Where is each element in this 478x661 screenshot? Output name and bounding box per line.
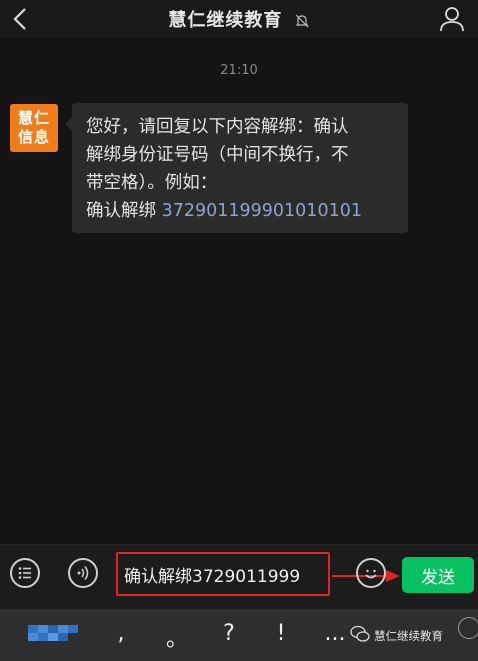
wechat-icon [350,625,370,642]
emoji-button[interactable] [356,558,386,588]
key-period[interactable]: 。 [162,621,192,653]
avatar-text-line1: 慧仁 [17,109,50,127]
keyboard-more-icon[interactable] [458,617,478,639]
input-bar: 发送 [0,544,478,609]
voice-button[interactable] [68,558,98,588]
example-prefix: 确认解绑 [86,201,162,221]
message-line: 解绑身份证号码（中间不换行，不 [86,145,349,165]
key-comma[interactable]: , [106,621,136,646]
send-button[interactable]: 发送 [402,557,474,593]
message-line: 您好，请回复以下内容解绑：确认 [86,117,349,137]
bell-off-icon [295,14,309,28]
title-bar: 慧仁继续教育 [0,0,478,38]
keyboard-candidate-bar: , 。 ? ! ... 慧仁继续教育 [0,609,478,661]
key-ellipsis[interactable]: ... [320,621,350,646]
emoji-icon [365,569,377,579]
message-line-example: 确认解绑 372901199901010101 [86,197,396,225]
blurred-candidate [28,625,78,641]
list-icon [18,567,31,579]
voice-icon [77,566,89,580]
list-button[interactable] [10,558,40,588]
key-question[interactable]: ? [214,621,244,646]
chat-title: 慧仁继续教育 [168,10,283,31]
avatar-text-line2: 信息 [17,128,50,146]
message-line: 带空格）。例如： [86,173,218,193]
person-icon[interactable] [438,5,466,33]
chat-title-wrap: 慧仁继续教育 [0,6,478,32]
example-number-link[interactable]: 372901199901010101 [162,201,362,221]
avatar[interactable]: 慧仁 信息 [10,104,58,152]
key-exclamation[interactable]: ! [266,621,296,646]
message-timestamp: 21:10 [220,63,258,78]
watermark-text: 慧仁继续教育 [374,629,443,643]
message-input[interactable] [116,552,330,596]
message-bubble[interactable]: 您好，请回复以下内容解绑：确认 解绑身份证号码（中间不换行，不 带空格）。例如：… [65,103,408,233]
